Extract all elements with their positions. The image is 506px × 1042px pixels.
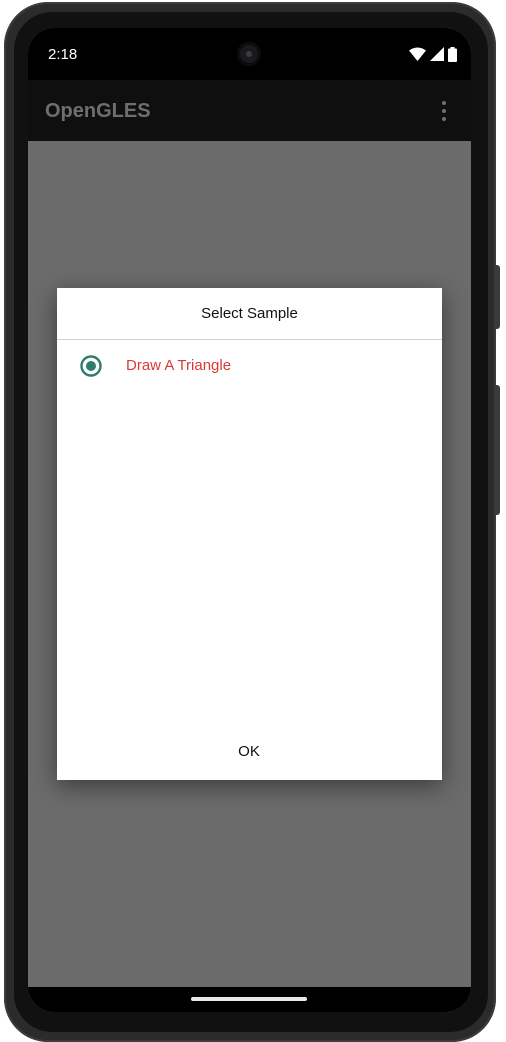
- screen: 2:18 OpenGLES Select Sample Draw A Trian…: [28, 28, 471, 1012]
- dialog-title: Select Sample: [57, 288, 442, 340]
- status-bar: 2:18: [28, 28, 471, 80]
- cellular-signal-icon: [430, 47, 444, 61]
- navigation-bar: [28, 987, 471, 1012]
- app-bar: OpenGLES: [28, 80, 471, 141]
- device: 2:18 OpenGLES Select Sample Draw A Trian…: [0, 0, 506, 1042]
- volume-button: [494, 385, 500, 515]
- more-vert-icon[interactable]: [439, 100, 449, 122]
- app-title: OpenGLES: [45, 100, 151, 122]
- status-time: 2:18: [48, 46, 78, 63]
- battery-icon: [448, 46, 457, 62]
- wifi-icon: [409, 47, 426, 61]
- option-draw-a-triangle[interactable]: Draw A Triangle: [57, 340, 442, 392]
- front-camera: [237, 42, 261, 66]
- option-label: Draw A Triangle: [126, 357, 232, 374]
- ok-button[interactable]: OK: [219, 734, 279, 770]
- home-indicator[interactable]: [191, 997, 307, 1001]
- status-icons: [409, 46, 457, 62]
- select-sample-dialog: Select Sample Draw A Triangle OK: [57, 288, 442, 780]
- power-button: [494, 265, 500, 329]
- radio-selected-icon[interactable]: [80, 355, 102, 377]
